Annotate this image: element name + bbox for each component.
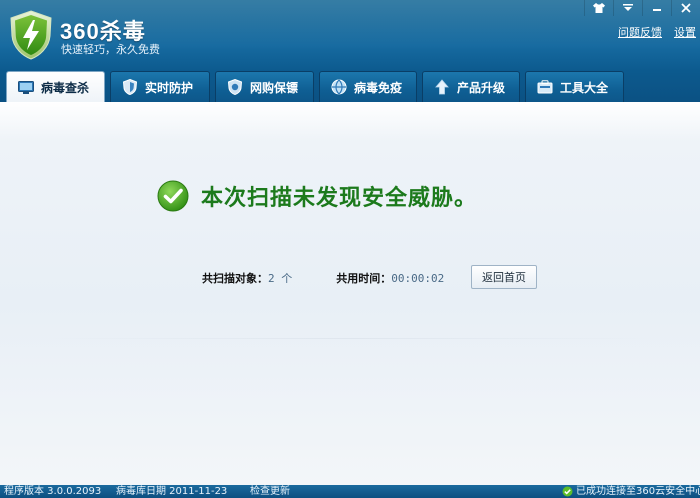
shield-icon [121,78,139,96]
tab-realtime-protection[interactable]: 实时防护 [110,71,210,102]
feedback-link[interactable]: 问题反馈 [618,24,662,40]
tab-label: 工具大全 [560,80,609,95]
status-bar: 程序版本 3.0.0.2093 病毒库日期 2011-11-23 检查更新 已成… [0,485,700,498]
objects-label: 共扫描对象： [202,272,268,285]
app-window: 360杀毒 快速轻巧，永久免费 问题反馈 设置 病毒查杀 实时防护 网购保镖 病… [0,0,700,498]
close-icon [681,3,691,13]
scan-stats: 共扫描对象： 2 个 共用时间： 00:00:02 [202,270,444,286]
tab-label: 实时防护 [145,80,194,95]
tab-bar: 病毒查杀 实时防护 网购保镖 病毒免疫 产品升级 工具大全 [6,71,629,103]
tab-toolbox[interactable]: 工具大全 [525,71,624,102]
tab-label: 病毒查杀 [41,81,90,95]
tab-virus-immunity[interactable]: 病毒免疫 [319,71,417,102]
app-subtitle: 快速轻巧，永久免费 [61,43,160,56]
tab-label: 网购保镖 [250,80,299,95]
result-message-row: 本次扫描未发现安全威胁。 [157,180,477,212]
return-home-button[interactable]: 返回首页 [471,265,537,289]
skin-button[interactable] [584,0,613,16]
shield-cart-icon [226,78,244,96]
time-label: 共用时间： [336,272,392,285]
menu-dropdown-icon [623,4,633,11]
close-button[interactable] [671,0,700,16]
window-controls [584,0,700,18]
cloud-check-icon [562,486,573,497]
tab-shopping-guard[interactable]: 网购保镖 [215,71,314,102]
top-links: 问题反馈 设置 [618,24,696,40]
tab-product-upgrade[interactable]: 产品升级 [422,71,520,102]
check-update-link[interactable]: 检查更新 [250,485,290,498]
menu-button[interactable] [613,0,642,16]
objects-value: 2 个 [268,272,293,285]
monitor-icon [17,79,35,97]
globe-icon [330,78,348,96]
shirt-icon [593,3,605,13]
settings-link[interactable]: 设置 [674,24,696,40]
arrow-up-icon [433,78,451,96]
time-value: 00:00:02 [391,271,445,285]
divider [40,338,660,339]
toolbox-icon [536,78,554,96]
scan-result-panel: 本次扫描未发现安全威胁。 共扫描对象： 2 个 共用时间： 00:00:02 返… [0,102,700,485]
tab-label: 产品升级 [457,80,506,95]
tab-virus-scan[interactable]: 病毒查杀 [6,71,105,103]
virus-db-date: 病毒库日期 2011-11-23 [116,486,228,497]
program-version: 程序版本 3.0.0.2093 [4,486,102,497]
minimize-icon [653,9,661,11]
header: 360杀毒 快速轻巧，永久免费 问题反馈 设置 病毒查杀 实时防护 网购保镖 病… [0,0,700,103]
shield-logo-icon [10,10,52,60]
check-circle-icon [157,180,189,212]
cloud-status-text: 已成功连接至360云安全中心 [576,486,700,497]
minimize-button[interactable] [642,0,671,16]
tab-label: 病毒免疫 [354,80,403,95]
cloud-status: 已成功连接至360云安全中心 [562,485,700,498]
result-message: 本次扫描未发现安全威胁。 [201,185,478,211]
